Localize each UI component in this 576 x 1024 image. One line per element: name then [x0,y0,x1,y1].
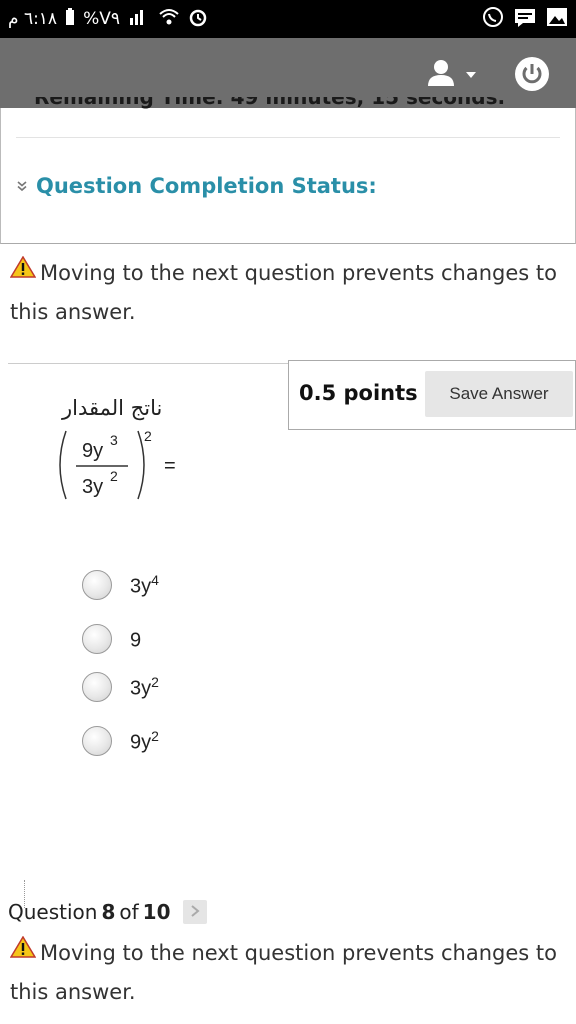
total-questions: 10 [142,900,171,924]
radio-button[interactable] [82,570,112,600]
clock-text: ٦:١٨ م [8,9,58,29]
option-label: 3y2 [130,673,159,700]
completion-status-label: Question Completion Status: [36,174,377,198]
alarm-icon [188,7,208,32]
of-word: of [119,900,139,924]
answer-option[interactable]: 9y2 [82,726,159,756]
next-question-button[interactable] [182,900,207,924]
chevron-right-icon [190,903,200,922]
gallery-icon [546,7,568,31]
navigation-warning: Moving to the next question prevents cha… [9,252,566,331]
whatsapp-icon [482,6,504,32]
formula-denominator-exp: 2 [110,468,118,484]
user-menu-button[interactable] [425,58,485,90]
chevron-down-icon [16,177,28,196]
battery-text: %V٩ [83,9,120,29]
question-completion-status-toggle[interactable]: Question Completion Status: [16,174,377,198]
formula-denominator: 3y [82,476,103,498]
navigation-warning: Moving to the next question prevents cha… [9,932,566,1011]
divider [16,137,560,138]
formula-numerator: 9y [82,440,103,462]
answer-option[interactable]: 3y4 [82,570,159,600]
status-bar: ٦:١٨ م %V٩ [0,0,576,38]
answer-option[interactable]: 9 [82,624,141,654]
status-left: ٦:١٨ م %V٩ [8,0,208,38]
radio-button[interactable] [82,624,112,654]
wifi-icon [158,8,180,31]
option-label: 3y4 [130,571,159,598]
status-right [482,0,568,38]
message-icon [514,7,536,31]
signal-icon [128,8,150,31]
user-icon [425,56,457,92]
option-label: 9 [130,629,142,652]
left-paren [59,430,67,500]
battery-icon [65,7,75,31]
radio-button[interactable] [82,672,112,702]
warning-text: Moving to the next question prevents cha… [10,261,557,324]
question-prompt: ناتج المقدار [62,396,163,420]
dropdown-arrow-icon [465,65,477,84]
remaining-time: Remaining Time: 49 minutes, 15 seconds. [34,97,506,109]
warning-icon [9,252,37,290]
power-icon [514,57,550,96]
question-navigation: Question 8 of 10 [8,900,207,924]
answer-option[interactable]: 3y2 [82,672,159,702]
points-value: 0.5 points [299,381,418,405]
radio-button[interactable] [82,726,112,756]
warning-text: Moving to the next question prevents cha… [10,941,557,1004]
question-word: Question [8,900,98,924]
save-answer-button[interactable]: Save Answer [425,371,573,417]
warning-icon [9,932,37,970]
option-label: 9y2 [130,727,159,754]
question-formula: 9y 3 3y 2 2 = [59,428,176,500]
formula-outer-exp: 2 [144,428,152,444]
logout-button[interactable] [514,56,550,92]
question-header: 0.5 points Save Answer [288,360,576,430]
formula-numerator-exp: 3 [110,432,118,448]
current-question-number: 8 [101,900,116,924]
formula-equals: = [164,455,176,477]
